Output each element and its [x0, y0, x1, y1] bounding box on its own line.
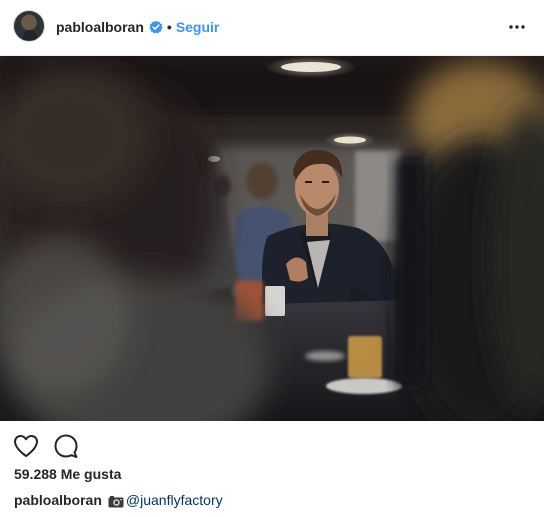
- header-user-info: pabloalboran • Seguir: [56, 18, 219, 36]
- heart-icon[interactable]: [13, 433, 41, 459]
- more-options-icon[interactable]: [504, 14, 530, 40]
- instagram-post: pabloalboran • Seguir 59.288 Me gusta pa…: [0, 0, 544, 517]
- post-caption: pabloalboran @juanflyfactory: [14, 491, 223, 509]
- header-separator: •: [166, 19, 172, 35]
- mention-link[interactable]: @juanflyfactory: [126, 491, 223, 509]
- camera-icon: [108, 494, 124, 507]
- username-link[interactable]: pabloalboran: [56, 18, 144, 36]
- likes-count[interactable]: 59.288 Me gusta: [14, 465, 121, 483]
- post-actions: [13, 433, 93, 459]
- post-header: pabloalboran • Seguir: [0, 0, 544, 56]
- follow-button[interactable]: Seguir: [176, 18, 220, 36]
- caption-username-link[interactable]: pabloalboran: [14, 491, 102, 509]
- avatar[interactable]: [13, 10, 45, 42]
- comment-icon[interactable]: [53, 433, 81, 459]
- verified-badge-icon: [149, 20, 163, 34]
- post-photo[interactable]: [0, 56, 544, 421]
